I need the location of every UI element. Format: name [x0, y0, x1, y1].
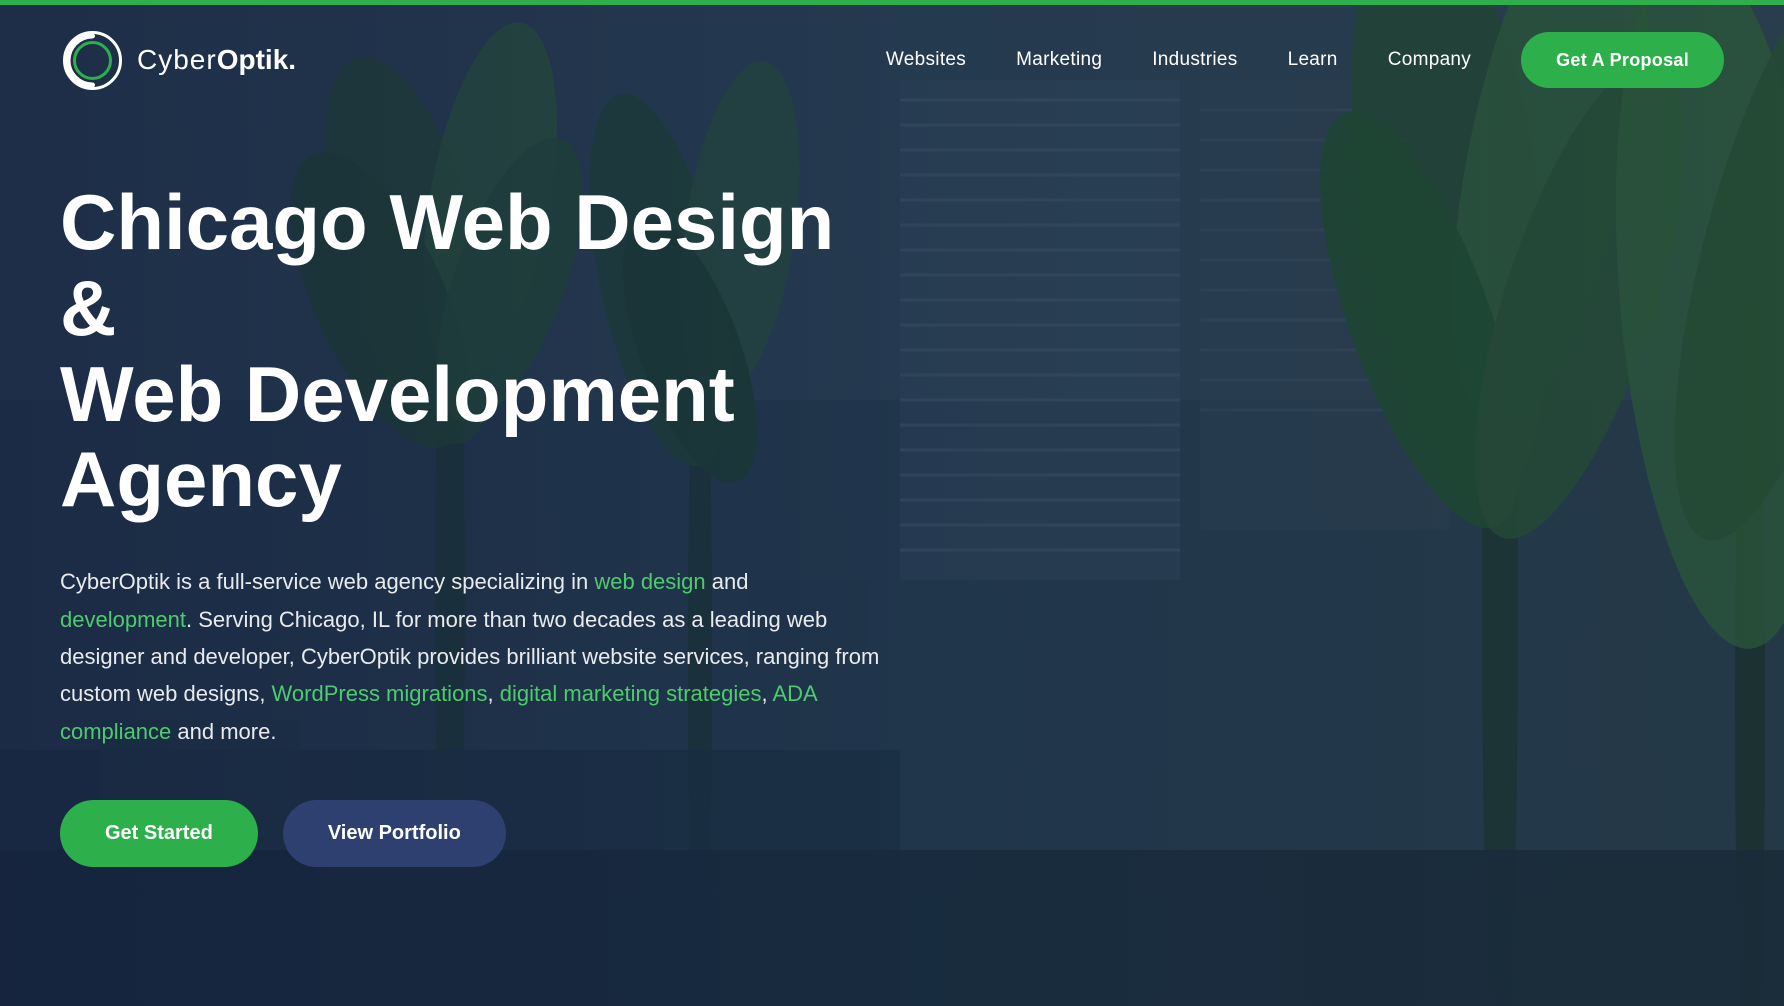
hero-link-development[interactable]: development — [60, 607, 186, 632]
hero-desc-prefix: CyberOptik is a full-service web agency … — [60, 569, 594, 594]
logo-dot: . — [288, 44, 296, 76]
nav-link-industries[interactable]: Industries — [1152, 49, 1237, 70]
hero-title-line1: Chicago Web Design & — [60, 178, 834, 352]
hero-title-line2: Web Development Agency — [60, 350, 735, 524]
view-portfolio-button[interactable]: View Portfolio — [283, 800, 506, 867]
nav-item-cta: Get A Proposal — [1521, 50, 1724, 71]
nav-item-marketing: Marketing — [1016, 49, 1102, 71]
hero-desc-mid1: and — [706, 569, 749, 594]
hero-description: CyberOptik is a full-service web agency … — [60, 563, 880, 750]
nav-item-websites: Websites — [886, 49, 966, 71]
nav-cta-button[interactable]: Get A Proposal — [1521, 32, 1724, 88]
hero-link-web-design[interactable]: web design — [594, 569, 705, 594]
nav-links: Websites Marketing Industries Learn Comp… — [886, 49, 1724, 71]
logo-link[interactable]: CyberOptik. — [60, 28, 296, 93]
nav-link-websites[interactable]: Websites — [886, 49, 966, 70]
hero-link-wordpress[interactable]: WordPress migrations — [272, 681, 488, 706]
logo-cyber: Cyber — [137, 44, 217, 76]
hero-link-digital-marketing[interactable]: digital marketing strategies — [500, 681, 762, 706]
nav-item-industries: Industries — [1152, 49, 1237, 71]
hero-title: Chicago Web Design & Web Development Age… — [60, 180, 910, 523]
logo-text: CyberOptik. — [137, 44, 296, 76]
nav-link-company[interactable]: Company — [1388, 49, 1471, 70]
hero-section: CyberOptik. Websites Marketing Industrie… — [0, 0, 1784, 1006]
nav-item-company: Company — [1388, 49, 1471, 71]
hero-desc-mid4: , — [761, 681, 772, 706]
hero-desc-mid3: , — [488, 681, 500, 706]
hero-desc-suffix: and more. — [171, 719, 276, 744]
nav-link-learn[interactable]: Learn — [1288, 49, 1338, 70]
get-started-button[interactable]: Get Started — [60, 800, 258, 867]
hero-buttons: Get Started View Portfolio — [60, 800, 910, 867]
main-navigation: CyberOptik. Websites Marketing Industrie… — [0, 0, 1784, 120]
nav-link-marketing[interactable]: Marketing — [1016, 49, 1102, 70]
hero-content: Chicago Web Design & Web Development Age… — [60, 180, 910, 867]
nav-item-learn: Learn — [1288, 49, 1338, 71]
logo-optik: Optik — [217, 44, 289, 76]
